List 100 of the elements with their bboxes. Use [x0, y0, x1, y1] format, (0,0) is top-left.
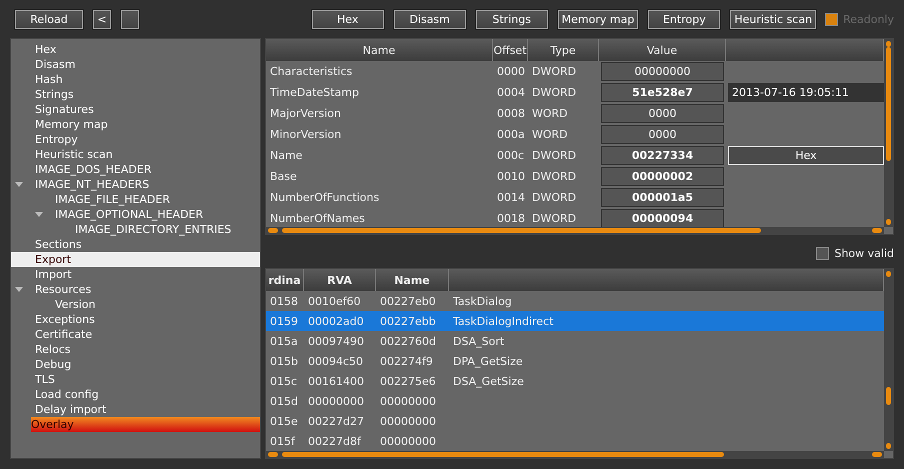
value-field[interactable]: 0000 [601, 104, 724, 123]
table-cell-text: 00161400 [307, 374, 365, 388]
table-cell-text: 00000000 [379, 434, 437, 448]
table-row[interactable]: 015c 00161400 002275e6 DSA_GetSize [266, 371, 884, 391]
table-cell-text: 00000000 [307, 394, 365, 408]
table-cell-text: 00094c50 [307, 354, 364, 368]
table-cell-text: 00227d8f [307, 434, 362, 448]
view-button[interactable]: Hex [310, 8, 385, 30]
table-cell-text: 00227eb0 [379, 294, 437, 308]
table-cell-text: WORD [531, 128, 569, 141]
toolbar-button[interactable] [120, 8, 140, 30]
table-cell-text: 0014 [496, 191, 526, 204]
table-cell-text: DPA_GetSize [452, 354, 524, 368]
tree-item[interactable]: IMAGE_NT_HEADERS [11, 177, 260, 192]
tree-item[interactable]: Delay import [11, 402, 260, 417]
table-row[interactable]: 015f 00227d8f 00000000 [266, 431, 884, 451]
show-valid-label: Show valid [834, 246, 894, 260]
value-field[interactable]: 0000 [601, 125, 724, 144]
table-row[interactable]: 0159 00002ad0 00227ebb TaskDialogIndirect [266, 311, 884, 331]
tree-item[interactable]: Hash [11, 72, 260, 87]
table-cell-text: 0158 [269, 294, 299, 308]
tree-item[interactable]: Import [11, 267, 260, 282]
tree-item[interactable]: TLS [11, 372, 260, 387]
show-valid-checkbox[interactable] [816, 246, 830, 260]
tree-item[interactable]: Debug [11, 357, 260, 372]
table-cell-text: DWORD [531, 65, 578, 78]
table-cell-text: 0159 [269, 314, 299, 328]
horizontal-scrollbar[interactable] [266, 227, 884, 234]
tree-item[interactable]: Certificate [11, 327, 260, 342]
column-header[interactable]: Name [376, 269, 449, 291]
table-cell-text: WORD [531, 107, 569, 120]
tree-item[interactable]: Overlay [31, 417, 260, 432]
table-cell-text: 0018 [496, 212, 526, 225]
tree-item[interactable]: Entropy [11, 132, 260, 147]
tree-item[interactable]: Signatures [11, 102, 260, 117]
table-cell-text: 00002ad0 [307, 314, 365, 328]
table-row[interactable]: 015d 00000000 00000000 [266, 391, 884, 411]
tree-item[interactable]: Resources [11, 282, 260, 297]
table-cell-text: 015e [269, 414, 299, 428]
tree-item[interactable]: IMAGE_DOS_HEADER [11, 162, 260, 177]
value-field[interactable]: 51e528e7 [601, 83, 724, 102]
table-row[interactable]: 015e 00227d27 00000000 [266, 411, 884, 431]
column-header[interactable]: RVA [304, 269, 376, 291]
tree-item[interactable]: Export [11, 252, 260, 267]
tree-item[interactable]: IMAGE_OPTIONAL_HEADER [11, 207, 260, 222]
tree-item[interactable]: IMAGE_DIRECTORY_ENTRIES [11, 222, 260, 237]
table-cell-text: 0004 [496, 86, 526, 99]
table-cell-text: Name [269, 149, 304, 162]
tree-item[interactable]: Version [11, 297, 260, 312]
column-header[interactable]: rdina [266, 269, 304, 291]
view-button[interactable]: Memory map [556, 8, 640, 30]
value-field[interactable]: 00000000 [601, 62, 724, 81]
table-cell-text: DWORD [531, 191, 578, 204]
tree-item[interactable]: Exceptions [11, 312, 260, 327]
view-button[interactable]: Disasm [392, 8, 467, 30]
view-button[interactable]: Strings [474, 8, 549, 30]
table-cell-text: 015c [269, 374, 298, 388]
table-cell-text: 015a [269, 334, 299, 348]
tree-item[interactable]: IMAGE_FILE_HEADER [11, 192, 260, 207]
readonly-label: Readonly [843, 12, 894, 26]
tree-item[interactable]: Hex [11, 42, 260, 57]
tree-item[interactable]: Disasm [11, 57, 260, 72]
table-cell-text: TimeDateStamp [269, 86, 360, 99]
view-button[interactable]: Heuristic scan [729, 8, 818, 30]
table-row[interactable]: 015b 00094c50 002274f9 DPA_GetSize [266, 351, 884, 371]
column-header[interactable]: Offset [493, 39, 528, 61]
tree-item[interactable]: Strings [11, 87, 260, 102]
tree-item[interactable]: Sections [11, 237, 260, 252]
value-field[interactable]: 000001a5 [601, 188, 724, 207]
tree-item[interactable]: Relocs [11, 342, 260, 357]
table-cell-text: Characteristics [269, 65, 354, 78]
horizontal-scrollbar[interactable] [266, 451, 884, 458]
tree-item[interactable]: Load config [11, 387, 260, 402]
value-field[interactable]: 00000094 [601, 209, 724, 227]
column-header[interactable]: Name [266, 39, 493, 61]
table-cell-text: 0022760d [379, 334, 437, 348]
table-cell-text: 00097490 [307, 334, 365, 348]
tree-item[interactable]: Memory map [11, 117, 260, 132]
back-button[interactable]: < [92, 8, 112, 30]
expand-caret-icon[interactable] [35, 212, 43, 218]
value-field[interactable]: 00227334 [601, 146, 724, 165]
table-cell-text: Base [269, 170, 298, 183]
expand-caret-icon[interactable] [15, 182, 23, 188]
table-cell-text: 002274f9 [379, 354, 434, 368]
date-field[interactable]: 2013-07-16 19:05:11 [728, 83, 884, 102]
vertical-scrollbar[interactable] [884, 39, 893, 227]
reload-button[interactable]: Reload [14, 8, 84, 30]
tree-item[interactable]: Heuristic scan [11, 147, 260, 162]
table-row[interactable]: 015a 00097490 0022760d DSA_Sort [266, 331, 884, 351]
table-cell-text: 015d [269, 394, 299, 408]
hex-button[interactable]: Hex [728, 146, 884, 165]
table-row[interactable]: 0158 0010ef60 00227eb0 TaskDialog [266, 291, 884, 311]
column-header[interactable]: Type [528, 39, 599, 61]
table-cell-text: 00227d27 [307, 414, 365, 428]
value-field[interactable]: 00000002 [601, 167, 724, 186]
view-button[interactable]: Entropy [647, 8, 722, 30]
expand-caret-icon[interactable] [15, 286, 23, 292]
column-header[interactable]: Value [599, 39, 726, 61]
table-cell-text: 015b [269, 354, 299, 368]
vertical-scrollbar[interactable] [884, 269, 893, 451]
